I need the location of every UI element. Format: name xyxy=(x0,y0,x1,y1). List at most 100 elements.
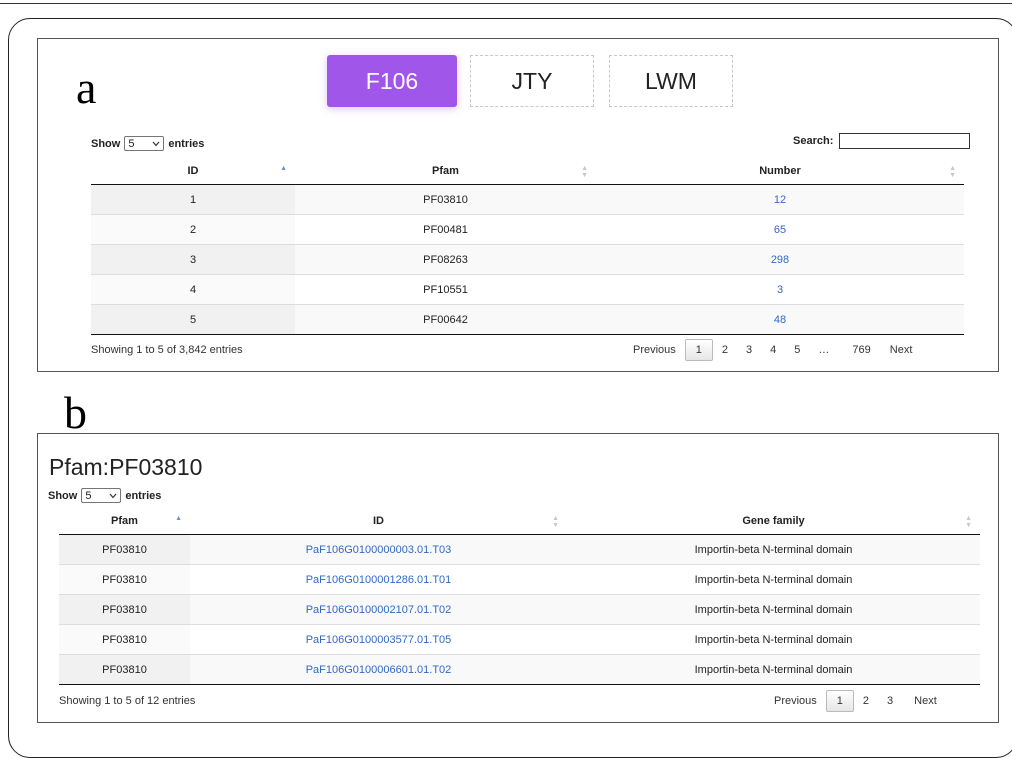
page-3-button[interactable]: 3 xyxy=(737,344,761,356)
page-1-button[interactable]: 1 xyxy=(825,690,854,712)
next-button[interactable]: Next xyxy=(880,344,922,356)
cell-gene-id-link[interactable]: PaF106G0100001286.01.T01 xyxy=(190,564,567,595)
search-label: Search: xyxy=(793,135,834,147)
table-header-row: Pfam ▲ ID ▲ ▼ Gene family ▲ ▼ xyxy=(59,507,980,535)
page-5-button[interactable]: 5 xyxy=(785,344,809,356)
cell-gene-family: Importin-beta N-terminal domain xyxy=(567,564,980,595)
sort-asc-icon: ▲ xyxy=(175,515,182,522)
table-row: PF03810 PaF106G0100006601.01.T02 Importi… xyxy=(59,654,980,685)
column-header-gene-family[interactable]: Gene family ▲ ▼ xyxy=(567,507,980,535)
tab-lwm[interactable]: LWM xyxy=(609,55,733,107)
page-2-button[interactable]: 2 xyxy=(713,344,737,356)
previous-button[interactable]: Previous xyxy=(624,344,685,356)
cell-gene-id-link[interactable]: PaF106G0100006601.01.T02 xyxy=(190,654,567,685)
cell-gene-id-link[interactable]: PaF106G0100003577.01.T05 xyxy=(190,624,567,655)
cell-id: 2 xyxy=(91,214,295,245)
entries-length-control: Show 5 entries xyxy=(91,136,204,151)
page-1-button[interactable]: 1 xyxy=(684,339,713,361)
table-row: PF03810 PaF106G0100003577.01.T05 Importi… xyxy=(59,624,980,655)
entries-select[interactable]: 5 xyxy=(124,136,165,151)
page-title: Pfam:PF03810 xyxy=(49,454,203,480)
pagination: Previous 1 2 3 Next xyxy=(765,690,946,712)
cell-number-link[interactable]: 65 xyxy=(596,214,964,245)
table-row: 5 PF00642 48 xyxy=(91,304,964,335)
column-header-label: ID xyxy=(187,164,199,177)
cell-pfam: PF03810 xyxy=(59,654,190,685)
cell-pfam: PF03810 xyxy=(59,534,190,565)
pfam-gene-table: Pfam ▲ ID ▲ ▼ Gene family ▲ ▼ PF03810 PaF1… xyxy=(59,507,980,685)
table-row: PF03810 PaF106G0100001286.01.T01 Importi… xyxy=(59,564,980,595)
chevron-down-icon xyxy=(109,490,117,502)
next-button[interactable]: Next xyxy=(902,695,946,707)
cell-pfam: PF10551 xyxy=(295,274,596,305)
cell-number-link[interactable]: 298 xyxy=(596,244,964,275)
entries-length-control: Show 5 entries xyxy=(48,488,161,503)
cell-id: 1 xyxy=(91,184,295,215)
table-row: 4 PF10551 3 xyxy=(91,274,964,305)
pagination: Previous 1 2 3 4 5 … 769 Next xyxy=(624,339,921,361)
sort-both-icon: ▲ ▼ xyxy=(552,515,559,529)
cell-pfam: PF03810 xyxy=(59,564,190,595)
cell-gene-id-link[interactable]: PaF106G0100002107.01.T02 xyxy=(190,594,567,625)
cell-pfam: PF00481 xyxy=(295,214,596,245)
cell-pfam: PF08263 xyxy=(295,244,596,275)
sort-both-icon: ▲ ▼ xyxy=(581,165,588,179)
column-header-id[interactable]: ID ▲ ▼ xyxy=(190,507,567,535)
previous-button[interactable]: Previous xyxy=(765,695,826,707)
panel-label-b: b xyxy=(64,387,87,438)
table-row: PF03810 PaF106G0100002107.01.T02 Importi… xyxy=(59,594,980,625)
column-header-pfam[interactable]: Pfam ▲ xyxy=(59,507,190,535)
tab-f106[interactable]: F106 xyxy=(327,55,457,107)
genome-pfam-panel: a F106 JTY LWM Show 5 entries Search: ID… xyxy=(37,38,999,372)
cell-gene-family: Importin-beta N-terminal domain xyxy=(567,534,980,565)
column-header-label: ID xyxy=(373,514,384,527)
table-row: 2 PF00481 65 xyxy=(91,214,964,245)
cell-pfam: PF03810 xyxy=(295,184,596,215)
page-4-button[interactable]: 4 xyxy=(761,344,785,356)
top-rule xyxy=(0,3,1012,4)
sort-both-icon: ▲ ▼ xyxy=(949,165,956,179)
show-label: Show xyxy=(91,137,121,150)
entries-select-value: 5 xyxy=(85,489,92,502)
cell-gene-id-link[interactable]: PaF106G0100000003.01.T03 xyxy=(190,534,567,565)
cell-gene-family: Importin-beta N-terminal domain xyxy=(567,624,980,655)
table-row: PF03810 PaF106G0100000003.01.T03 Importi… xyxy=(59,534,980,565)
entries-label: entries xyxy=(168,137,205,150)
table-row: 3 PF08263 298 xyxy=(91,244,964,275)
page-2-button[interactable]: 2 xyxy=(854,695,878,707)
chevron-down-icon xyxy=(152,138,160,150)
cell-number-link[interactable]: 48 xyxy=(596,304,964,335)
entries-label: entries xyxy=(125,489,162,502)
cell-number-link[interactable]: 12 xyxy=(596,184,964,215)
cell-pfam: PF03810 xyxy=(59,594,190,625)
table-info: Showing 1 to 5 of 3,842 entries xyxy=(91,344,243,356)
cell-pfam: PF00642 xyxy=(295,304,596,335)
cell-gene-family: Importin-beta N-terminal domain xyxy=(567,594,980,625)
table-header-row: ID ▲ Pfam ▲ ▼ Number ▲ ▼ xyxy=(91,157,964,185)
cell-id: 3 xyxy=(91,244,295,275)
tab-jty[interactable]: JTY xyxy=(470,55,594,107)
column-header-label: Gene family xyxy=(742,514,805,527)
cell-pfam: PF03810 xyxy=(59,624,190,655)
column-header-label: Pfam xyxy=(111,514,138,527)
search-control: Search: xyxy=(793,133,971,149)
show-label: Show xyxy=(48,489,78,502)
search-input[interactable] xyxy=(839,133,971,149)
column-header-label: Pfam xyxy=(432,164,459,177)
column-header-pfam[interactable]: Pfam ▲ ▼ xyxy=(295,157,596,185)
table-row: 1 PF03810 12 xyxy=(91,184,964,215)
sort-both-icon: ▲ ▼ xyxy=(965,515,972,529)
sort-asc-icon: ▲ xyxy=(280,165,287,172)
pfam-summary-table: ID ▲ Pfam ▲ ▼ Number ▲ ▼ 1 PF03810 12 2 … xyxy=(91,157,964,335)
column-header-label: Number xyxy=(759,164,801,177)
cell-number-link[interactable]: 3 xyxy=(596,274,964,305)
cell-gene-family: Importin-beta N-terminal domain xyxy=(567,654,980,685)
page-769-button[interactable]: 769 xyxy=(838,344,879,356)
entries-select[interactable]: 5 xyxy=(81,488,122,503)
column-header-id[interactable]: ID ▲ xyxy=(91,157,295,185)
pagination-ellipsis: … xyxy=(818,344,830,356)
page-3-button[interactable]: 3 xyxy=(878,695,902,707)
pfam-detail-panel: Pfam:PF03810 Show 5 entries Pfam ▲ ID ▲ ▼ xyxy=(37,433,999,723)
entries-select-value: 5 xyxy=(128,137,135,150)
column-header-number[interactable]: Number ▲ ▼ xyxy=(596,157,964,185)
